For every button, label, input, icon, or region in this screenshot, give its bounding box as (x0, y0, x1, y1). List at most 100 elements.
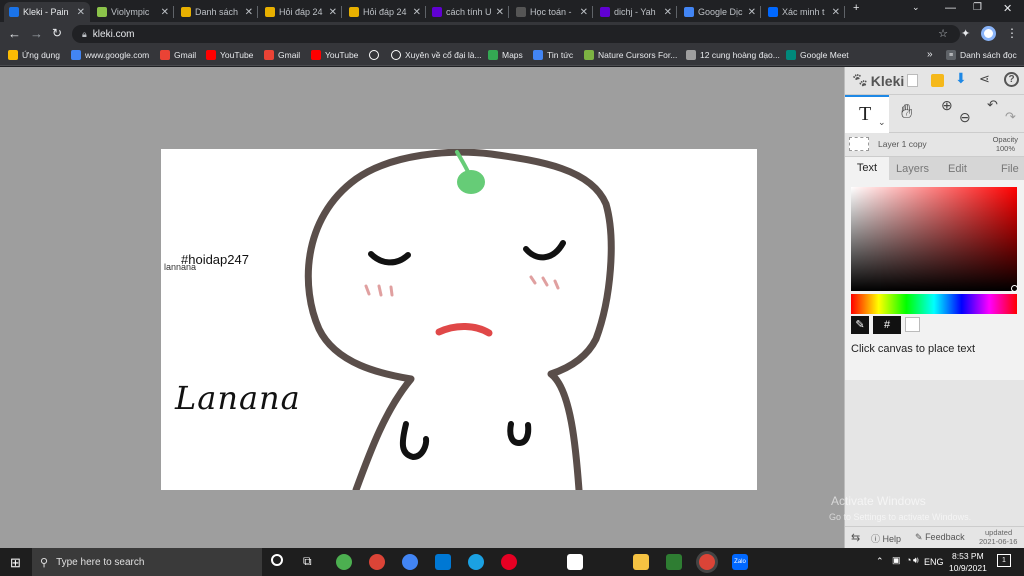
pinterest-icon[interactable] (501, 554, 517, 570)
browser-tab[interactable]: Google Dịc ✕ (679, 2, 761, 22)
help-circle-icon[interactable]: ? (1004, 72, 1019, 87)
app-shield-icon[interactable] (666, 554, 682, 570)
tray-volume-icon[interactable]: 🔊︎ (913, 555, 919, 566)
tray-chevron-icon[interactable]: ⌃ (876, 556, 884, 567)
app-window-icon[interactable] (567, 554, 583, 570)
color-saturation-picker[interactable] (851, 187, 1018, 292)
bookmark-item[interactable]: Gmail (264, 50, 300, 60)
zoom-out-icon[interactable]: ⊖ (959, 109, 971, 126)
bookmark-item[interactable]: Xuyên về cổ đại là... (391, 50, 482, 60)
store-icon[interactable] (435, 554, 451, 570)
help-link[interactable]: ⓘ Help (871, 532, 901, 545)
tab-edit[interactable]: Edit (948, 163, 967, 175)
eyedropper-icon[interactable]: ✎ (851, 316, 869, 334)
open-folder-icon[interactable] (931, 74, 944, 87)
browser-tab[interactable]: cách tính U ✕ (427, 2, 509, 22)
reading-list-button[interactable]: ≡ Danh sách đọc (946, 50, 1017, 60)
chrome-active-icon[interactable] (699, 554, 715, 570)
bookmark-item[interactable]: YouTube (206, 50, 253, 60)
back-button[interactable]: ← (8, 26, 21, 41)
tab-separator (425, 6, 426, 18)
language-indicator[interactable]: ENG (924, 557, 944, 567)
hand-tool-icon[interactable]: ✋︎ (901, 101, 912, 124)
bookmark-item[interactable]: Maps (488, 50, 523, 60)
tab-text[interactable]: Text (845, 157, 889, 180)
reload-button[interactable]: ↻ (52, 26, 62, 40)
bookmark-item[interactable]: YouTube (311, 50, 358, 60)
minimize-button[interactable]: — (945, 2, 956, 14)
browser-tab[interactable]: Danh sách ✕ (176, 2, 258, 22)
app-icon-1[interactable] (336, 554, 352, 570)
new-image-icon[interactable] (907, 74, 918, 87)
bookmark-star-icon[interactable]: ☆ (938, 27, 948, 40)
share-icon[interactable]: ⋖ (979, 71, 990, 87)
save-download-icon[interactable]: ⬇ (955, 70, 967, 87)
bookmark-item[interactable]: www.google.com (71, 50, 149, 60)
zalo-icon[interactable]: Zalo (732, 554, 748, 570)
drawing-canvas[interactable]: #hoidap247 lannana Lanana (161, 149, 757, 490)
omnibox[interactable]: 🔒︎ kleki.com ☆ (72, 25, 960, 43)
browser-tab[interactable]: Học toán - ✕ (511, 2, 593, 22)
tab-search-chevron-icon[interactable]: ⌄ (912, 2, 920, 13)
more-bookmarks-icon[interactable]: » (927, 49, 933, 60)
forward-button[interactable]: → (30, 26, 43, 41)
notification-center-icon[interactable]: 1 (997, 554, 1011, 567)
close-tab-icon[interactable]: ✕ (748, 7, 756, 18)
feedback-link[interactable]: ✎ Feedback (915, 532, 965, 543)
bookmark-item[interactable]: Gmail (160, 50, 196, 60)
taskbar-search[interactable]: ⚲ Type here to search (32, 548, 262, 576)
close-window-button[interactable]: ✕ (1003, 2, 1012, 15)
close-tab-icon[interactable]: ✕ (496, 7, 504, 18)
profile-avatar[interactable] (981, 26, 996, 41)
bookmark-item[interactable]: Tin tức (533, 50, 573, 60)
browser-tab[interactable]: Xác minh t ✕ (763, 2, 845, 22)
close-tab-icon[interactable]: ✕ (580, 7, 588, 18)
bookmark-item[interactable]: Google Meet (786, 50, 849, 60)
undo-icon[interactable]: ↶ (987, 97, 998, 113)
hue-slider[interactable] (851, 294, 1017, 314)
hoidap-icon (349, 7, 359, 17)
maximize-button[interactable]: ❐ (973, 2, 982, 13)
swap-icon[interactable]: ⇆ (851, 531, 860, 544)
chrome-profile-icon[interactable] (402, 554, 418, 570)
clock-time[interactable]: 8:53 PM (952, 551, 984, 561)
cortana-icon[interactable] (271, 554, 283, 566)
bookmark-item[interactable]: Ứng dụng (8, 50, 60, 60)
close-tab-icon[interactable]: ✕ (832, 7, 840, 18)
text-tool-button[interactable]: T ⌄ (845, 95, 889, 133)
bookmark-item[interactable] (369, 50, 383, 60)
redo-icon[interactable]: ↷ (1005, 109, 1016, 125)
color-picker-handle[interactable] (1011, 285, 1018, 292)
close-tab-icon[interactable]: ✕ (77, 7, 85, 18)
browser-tab[interactable]: dichj - Yah ✕ (595, 2, 677, 22)
close-tab-icon[interactable]: ✕ (245, 7, 253, 18)
tray-wifi-icon[interactable]: ◔ (906, 555, 911, 565)
extensions-icon[interactable]: ✦ (961, 27, 970, 40)
secondary-color-swatch[interactable] (905, 317, 920, 332)
chrome-icon[interactable] (369, 554, 385, 570)
tray-network-icon[interactable]: ▣ (892, 555, 901, 566)
zoom-in-icon[interactable]: ⊕ (941, 97, 953, 114)
close-tab-icon[interactable]: ✕ (664, 7, 672, 18)
kleki-workspace[interactable]: #hoidap247 lannana Lanana (0, 67, 844, 548)
bookmark-item[interactable]: 12 cung hoàng đạo... (686, 50, 780, 60)
bookmark-item[interactable]: Nature Cursors For... (584, 50, 677, 60)
menu-kebab-icon[interactable]: ⋮ (1006, 26, 1018, 40)
close-tab-icon[interactable]: ✕ (329, 7, 337, 18)
browser-tab[interactable]: Violympic ✕ (92, 2, 174, 22)
edge-icon[interactable] (468, 554, 484, 570)
hex-input-button[interactable]: # (873, 316, 901, 334)
tab-file[interactable]: File (1001, 163, 1019, 175)
close-tab-icon[interactable]: ✕ (413, 7, 421, 18)
task-view-icon[interactable]: ⧉ (303, 554, 312, 569)
browser-tab[interactable]: Hỏi đáp 24 ✕ (260, 2, 342, 22)
file-explorer-icon[interactable] (633, 554, 649, 570)
layer-row[interactable]: Layer 1 copy Opacity 100% (845, 133, 1024, 157)
windows-start-icon[interactable]: ⊞ (10, 555, 21, 571)
tab-layers[interactable]: Layers (896, 163, 929, 175)
browser-tab[interactable]: Hỏi đáp 24 ✕ (344, 2, 426, 22)
close-tab-icon[interactable]: ✕ (161, 7, 169, 18)
browser-tab[interactable]: Kleki - Pain ✕ (4, 2, 90, 22)
clock-date[interactable]: 10/9/2021 (949, 563, 987, 573)
new-tab-button[interactable]: + (853, 2, 859, 14)
